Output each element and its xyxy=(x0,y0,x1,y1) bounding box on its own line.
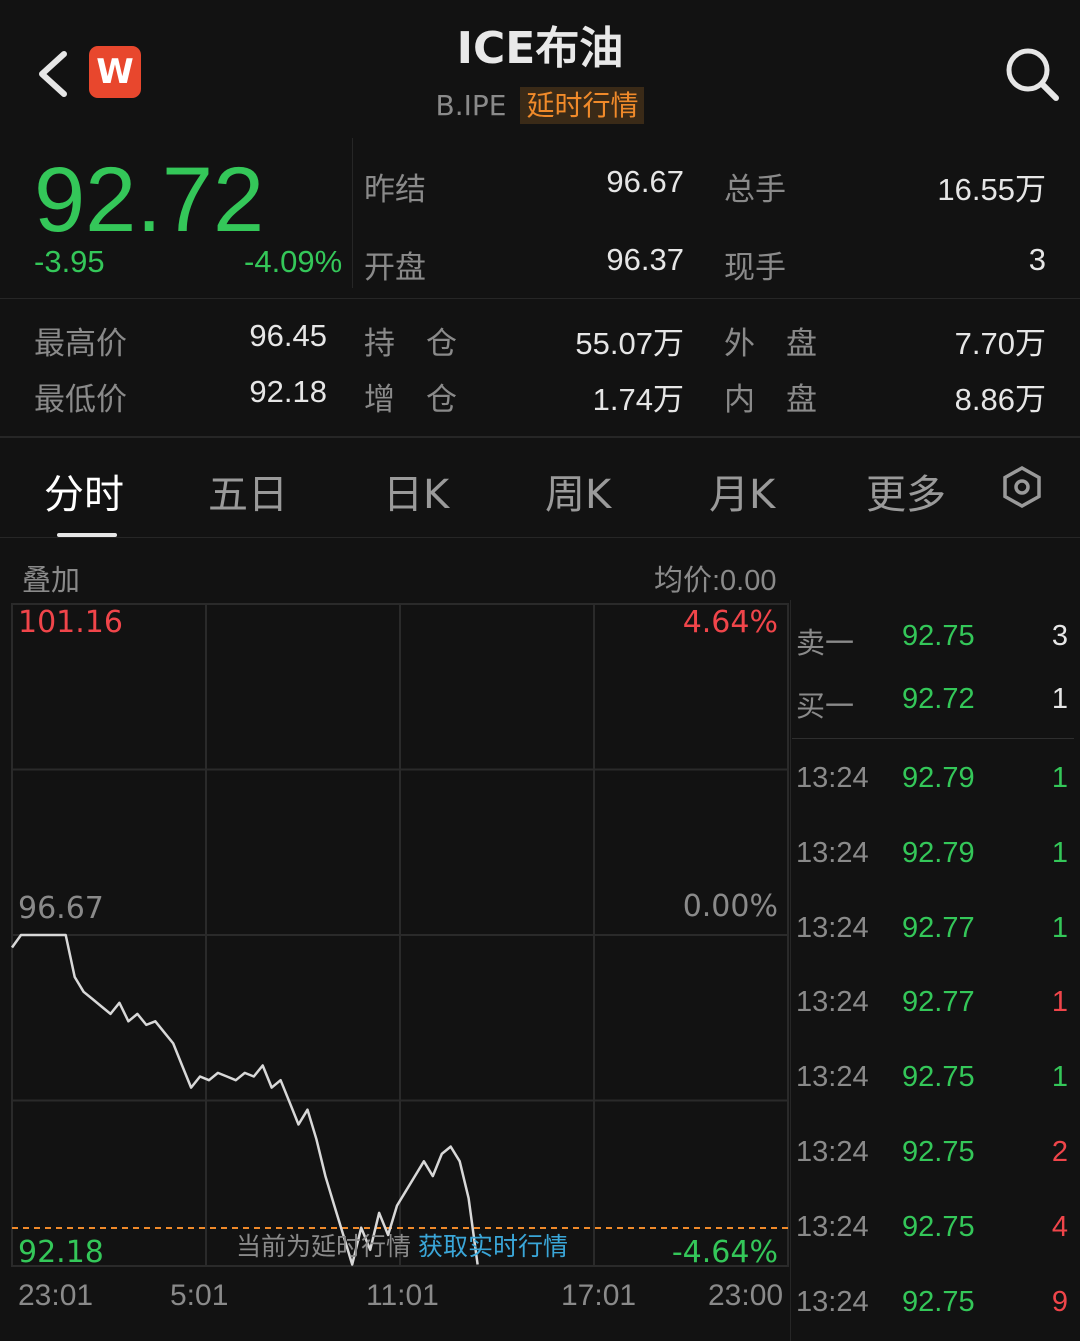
divider xyxy=(0,298,1080,299)
tick-time: 13:24 xyxy=(796,1285,869,1318)
tick-time: 13:24 xyxy=(796,836,869,869)
stat-value: 96.45 xyxy=(249,318,327,353)
tick-volume: 9 xyxy=(1051,1285,1068,1318)
price-change-pct: -4.09% xyxy=(244,244,343,279)
search-icon xyxy=(1006,48,1059,101)
tick-price: 92.75 xyxy=(902,1285,975,1318)
tick-time: 13:24 xyxy=(796,911,869,944)
x-tick: 5:01 xyxy=(170,1279,229,1312)
x-tick: 23:01 xyxy=(18,1279,94,1312)
stat-label: 增 仓 xyxy=(364,382,457,418)
delay-badge: 延时行情 xyxy=(520,87,645,124)
delay-notice: 当前为延时行情 xyxy=(236,1232,411,1261)
pct-mid-label: 0.00% xyxy=(683,889,778,924)
divider xyxy=(0,537,1080,538)
tick-volume: 4 xyxy=(1051,1210,1068,1243)
stat-label: 现手 xyxy=(724,250,786,286)
divider xyxy=(792,738,1074,739)
tab-more[interactable]: 更多 xyxy=(866,462,946,520)
x-tick: 11:01 xyxy=(366,1279,439,1312)
stat-label: 最低价 xyxy=(34,382,127,418)
tab-daily-k[interactable]: 日K xyxy=(383,462,449,520)
tick-time: 13:24 xyxy=(796,1061,869,1094)
tick-price: 92.75 xyxy=(902,1136,975,1168)
tick-volume: 1 xyxy=(1051,1061,1068,1094)
y-top-label: 101.16 xyxy=(18,605,123,640)
tick-time: 13:24 xyxy=(796,986,869,1019)
stat-label: 总手 xyxy=(724,172,786,208)
intraday-chart[interactable]: 101.16 4.64% 96.67 0.00% 92.18 -4.64% 当前… xyxy=(0,600,790,1280)
stat-label: 外 盘 xyxy=(724,326,817,362)
ask1-volume: 3 xyxy=(1051,620,1068,652)
stat-label: 昨结 xyxy=(364,172,426,208)
avg-price-label: 均价:0.00 xyxy=(654,565,777,597)
tick-volume: 2 xyxy=(1051,1136,1068,1168)
stat-value: 92.18 xyxy=(249,374,327,409)
realtime-link[interactable]: 获取实时行情 xyxy=(418,1232,568,1261)
tab-five-day[interactable]: 五日 xyxy=(208,462,288,520)
stat-label: 持 仓 xyxy=(364,326,457,362)
stat-value: 8.86万 xyxy=(954,382,1046,417)
ask1-price: 92.75 xyxy=(902,620,975,652)
stat-label: 开盘 xyxy=(364,250,426,286)
chart-settings-button[interactable] xyxy=(1000,465,1044,509)
tick-time: 13:24 xyxy=(796,1136,869,1168)
price-change: -3.95 xyxy=(34,244,105,279)
symbol-code: B.IPE xyxy=(435,89,507,122)
stat-value: 1.74万 xyxy=(592,382,684,417)
x-tick: 23:00 xyxy=(708,1279,784,1312)
tick-price: 92.79 xyxy=(902,836,975,869)
tick-volume: 1 xyxy=(1051,911,1068,944)
panel-divider xyxy=(790,600,791,1341)
stat-label: 最高价 xyxy=(34,326,127,362)
tick-price: 92.79 xyxy=(902,762,975,794)
tick-volume: 1 xyxy=(1051,836,1068,869)
tick-price: 92.75 xyxy=(902,1061,975,1094)
tick-price: 92.75 xyxy=(902,1210,975,1243)
stat-value: 3 xyxy=(1028,242,1046,277)
bid1-volume: 1 xyxy=(1051,683,1068,715)
search-button[interactable] xyxy=(1000,42,1064,106)
tick-price: 92.77 xyxy=(902,911,975,944)
tick-time: 13:24 xyxy=(796,762,869,794)
stat-value: 7.70万 xyxy=(954,326,1046,361)
subtitle: B.IPE 延时行情 xyxy=(0,84,1080,124)
divider xyxy=(0,436,1080,438)
settings-icon xyxy=(1003,465,1041,509)
pct-top-label: 4.64% xyxy=(683,605,778,640)
bid1-label: 买一 xyxy=(796,689,855,723)
chart-grid xyxy=(11,603,789,1267)
quote-divider xyxy=(352,138,353,288)
stat-value: 55.07万 xyxy=(575,326,684,361)
tick-price: 92.77 xyxy=(902,986,975,1019)
last-price: 92.72 xyxy=(34,149,265,251)
stat-value: 96.37 xyxy=(606,242,684,277)
pct-bottom-label: -4.64% xyxy=(672,1235,778,1270)
tick-time: 13:24 xyxy=(796,1210,869,1243)
tick-volume: 1 xyxy=(1051,986,1068,1019)
bid1-price: 92.72 xyxy=(902,683,975,715)
stat-label: 内 盘 xyxy=(724,382,817,418)
stat-value: 16.55万 xyxy=(937,172,1046,207)
tab-intraday[interactable]: 分时 xyxy=(44,462,124,520)
tick-volume: 1 xyxy=(1051,762,1068,794)
y-mid-label: 96.67 xyxy=(18,891,104,926)
overlay-button[interactable]: 叠加 xyxy=(22,557,80,599)
y-bottom-label: 92.18 xyxy=(18,1235,104,1270)
page-title: ICE布油 xyxy=(456,23,624,74)
x-tick: 17:01 xyxy=(561,1279,637,1312)
ask1-label: 卖一 xyxy=(796,626,855,660)
stat-value: 96.67 xyxy=(606,164,684,199)
tab-weekly-k[interactable]: 周K xyxy=(545,462,611,520)
tab-monthly-k[interactable]: 月K xyxy=(709,462,775,520)
